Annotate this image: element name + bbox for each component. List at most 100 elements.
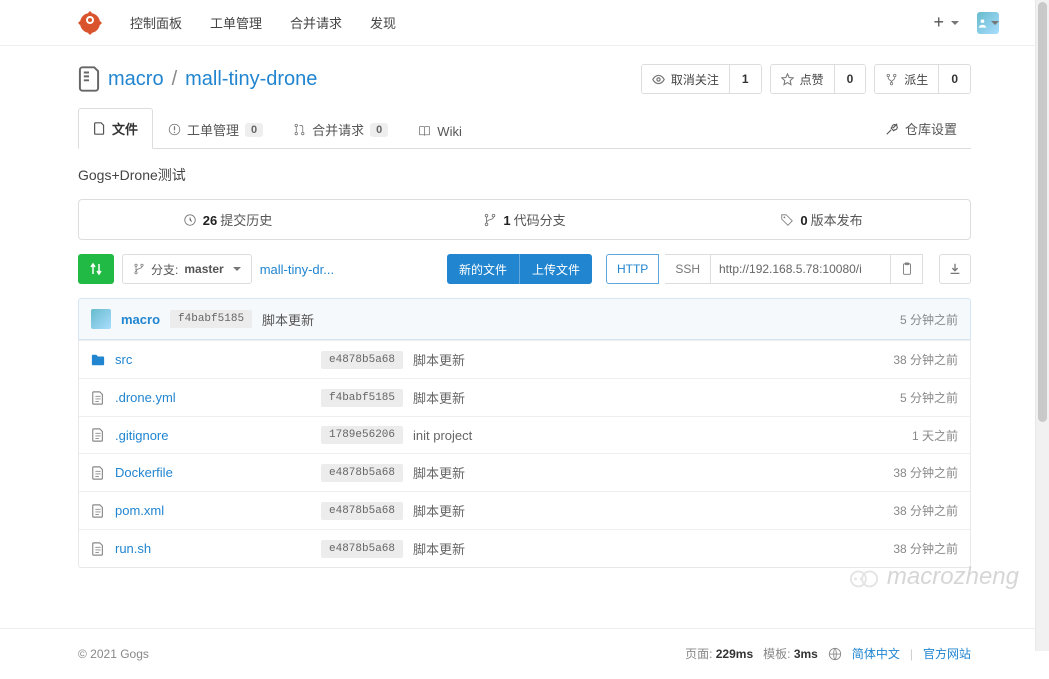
repo-stats: 26提交历史 1代码分支 0版本发布 — [78, 199, 971, 240]
file-name-link[interactable]: .gitignore — [115, 428, 168, 443]
tab-wiki-label: Wiki — [437, 124, 462, 139]
copy-url-button[interactable] — [891, 254, 923, 284]
commits-count: 26 — [203, 213, 217, 228]
file-icon — [91, 466, 105, 480]
nav-links: 控制面板 工单管理 合并请求 发现 — [130, 13, 396, 32]
branch-name: master — [184, 262, 223, 276]
breadcrumb-root[interactable]: mall-tiny-dr... — [260, 262, 334, 277]
repo-description: Gogs+Drone测试 — [78, 149, 971, 199]
commit-message[interactable]: 脚本更新 — [262, 310, 314, 329]
footer-copyright: © 2021 Gogs — [78, 647, 149, 661]
commit-time: 5 分钟之前 — [900, 311, 958, 328]
compare-button[interactable] — [78, 254, 114, 284]
unwatch-button[interactable]: 取消关注 — [642, 65, 729, 93]
branch-selector[interactable]: 分支: master — [122, 254, 252, 284]
file-commit-sha[interactable]: e4878b5a68 — [321, 464, 403, 482]
tab-wiki[interactable]: Wiki — [403, 113, 477, 149]
folder-icon — [91, 353, 105, 367]
file-name-link[interactable]: pom.xml — [115, 503, 164, 518]
branches-stat[interactable]: 1代码分支 — [376, 200, 673, 239]
new-file-button[interactable]: 新的文件 — [447, 254, 520, 284]
file-commit-sha[interactable]: e4878b5a68 — [321, 351, 403, 369]
releases-label: 版本发布 — [811, 213, 863, 228]
tab-pulls[interactable]: 合并请求 0 — [278, 109, 403, 149]
file-row: src e4878b5a68 脚本更新 38 分钟之前 — [79, 340, 970, 378]
branch-prefix: 分支: — [151, 261, 178, 278]
watch-count[interactable]: 1 — [729, 65, 761, 93]
nav-pulls[interactable]: 合并请求 — [290, 13, 342, 32]
file-commit-time: 38 分钟之前 — [893, 351, 958, 368]
gogs-logo[interactable] — [78, 11, 102, 35]
file-row: Dockerfile e4878b5a68 脚本更新 38 分钟之前 — [79, 453, 970, 491]
file-commit-message[interactable]: 脚本更新 — [413, 463, 465, 482]
repo-owner-link[interactable]: macro — [108, 68, 164, 91]
fork-label: 派生 — [904, 71, 928, 88]
file-name-link[interactable]: .drone.yml — [115, 390, 176, 405]
file-icon — [93, 122, 106, 135]
file-commit-message[interactable]: 脚本更新 — [413, 501, 465, 520]
tab-files[interactable]: 文件 — [78, 108, 153, 149]
tab-files-label: 文件 — [112, 119, 138, 138]
commit-author-link[interactable]: macro — [121, 312, 160, 327]
file-commit-message[interactable]: 脚本更新 — [413, 388, 465, 407]
repo-action-buttons: 取消关注 1 点赞 0 派生 0 — [641, 64, 971, 94]
fork-button[interactable]: 派生 — [875, 65, 938, 93]
compare-icon — [88, 261, 104, 277]
file-commit-sha[interactable]: e4878b5a68 — [321, 540, 403, 558]
file-row: .drone.yml f4babf5185 脚本更新 5 分钟之前 — [79, 378, 970, 416]
commits-stat[interactable]: 26提交历史 — [79, 200, 376, 239]
file-name-link[interactable]: Dockerfile — [115, 465, 173, 480]
user-menu[interactable] — [977, 12, 999, 34]
file-name-link[interactable]: src — [115, 352, 132, 367]
history-icon — [183, 213, 197, 227]
upload-file-button[interactable]: 上传文件 — [520, 254, 592, 284]
warning-icon — [168, 123, 181, 136]
file-commit-time: 38 分钟之前 — [893, 464, 958, 481]
pulls-count-badge: 0 — [370, 123, 388, 137]
nav-dashboard[interactable]: 控制面板 — [130, 13, 182, 32]
scrollbar[interactable] — [1035, 0, 1049, 651]
commit-sha[interactable]: f4babf5185 — [170, 310, 252, 328]
tab-settings-label: 仓库设置 — [905, 119, 957, 138]
footer-website[interactable]: 官方网站 — [923, 645, 971, 662]
create-menu[interactable]: + — [933, 12, 959, 33]
scrollbar-thumb[interactable] — [1038, 2, 1047, 422]
fork-count[interactable]: 0 — [938, 65, 970, 93]
nav-issues[interactable]: 工单管理 — [210, 13, 262, 32]
file-name-link[interactable]: run.sh — [115, 541, 151, 556]
download-button[interactable] — [939, 254, 971, 284]
file-commit-message[interactable]: init project — [413, 428, 472, 443]
star-button[interactable]: 点赞 — [771, 65, 834, 93]
tab-issues-label: 工单管理 — [187, 120, 239, 139]
ssh-protocol-button[interactable]: SSH — [665, 254, 711, 284]
file-commit-sha[interactable]: f4babf5185 — [321, 389, 403, 407]
commit-author-avatar[interactable] — [91, 309, 111, 329]
file-commit-message[interactable]: 脚本更新 — [413, 350, 465, 369]
repo-name-link[interactable]: mall-tiny-drone — [185, 68, 317, 91]
file-commit-message[interactable]: 脚本更新 — [413, 539, 465, 558]
footer-page-time: 页面: 229ms — [685, 645, 753, 662]
file-commit-time: 1 天之前 — [912, 427, 958, 444]
tab-settings[interactable]: 仓库设置 — [871, 109, 971, 148]
file-commit-time: 38 分钟之前 — [893, 540, 958, 557]
download-icon — [948, 262, 962, 276]
star-count[interactable]: 0 — [834, 65, 866, 93]
footer-language[interactable]: 简体中文 — [852, 645, 900, 662]
file-commit-time: 38 分钟之前 — [893, 502, 958, 519]
nav-explore[interactable]: 发现 — [370, 13, 396, 32]
file-icon — [91, 428, 105, 442]
fork-icon — [885, 73, 898, 86]
issues-count-badge: 0 — [245, 123, 263, 137]
file-commit-sha[interactable]: 1789e56206 — [321, 426, 403, 444]
file-icon — [91, 542, 105, 556]
footer-tpl-time: 模板: 3ms — [763, 645, 818, 662]
file-commit-sha[interactable]: e4878b5a68 — [321, 502, 403, 520]
releases-stat[interactable]: 0版本发布 — [673, 200, 970, 239]
repo-header: macro / mall-tiny-drone 取消关注 1 点赞 0 — [78, 64, 971, 94]
clone-url-input[interactable] — [711, 254, 891, 284]
http-protocol-button[interactable]: HTTP — [606, 254, 659, 284]
repo-icon — [78, 66, 100, 92]
file-commit-time: 5 分钟之前 — [900, 389, 958, 406]
tab-issues[interactable]: 工单管理 0 — [153, 109, 278, 149]
star-icon — [781, 73, 794, 86]
